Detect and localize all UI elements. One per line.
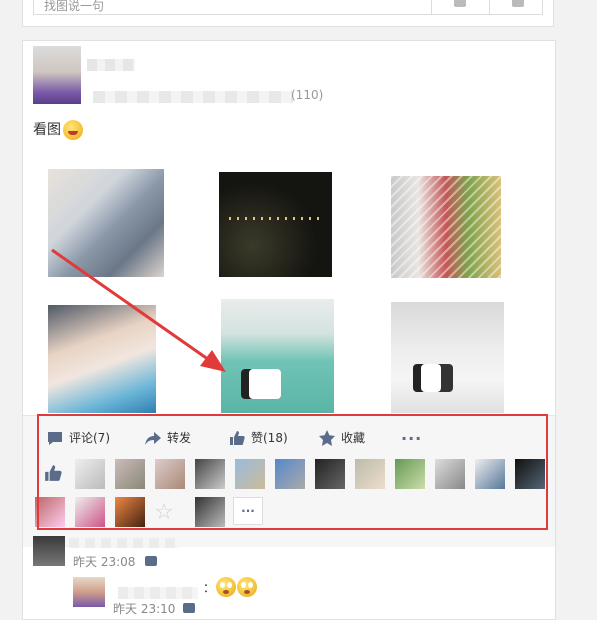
search-input[interactable]: 找图说一句 (33, 0, 543, 15)
thumbs-up-icon (230, 430, 245, 445)
comment-avatar[interactable] (33, 536, 65, 566)
post-body: 看图 (33, 119, 83, 140)
thumbs-up-icon (45, 465, 62, 481)
more-icon: ··· (401, 429, 423, 448)
repost-label: 转发 (167, 431, 192, 445)
liker-avatar[interactable] (75, 497, 105, 527)
divider (431, 0, 432, 15)
top-search-card: 找图说一句 (22, 0, 554, 27)
liker-avatar[interactable] (115, 497, 145, 527)
reply-icon[interactable] (145, 556, 157, 566)
photo-cow-bottle-white[interactable] (391, 302, 504, 413)
favorite-label: 收藏 (341, 431, 366, 445)
liker-avatar[interactable] (35, 497, 65, 527)
blurred-username (118, 587, 198, 599)
post-text: 看图 (33, 122, 61, 138)
comment-label: 评论(7) (69, 431, 110, 445)
liker-avatar[interactable] (155, 459, 185, 489)
reply-icon[interactable] (183, 603, 195, 613)
comment-time: 昨天 23:08 (73, 555, 136, 569)
comment-avatar[interactable] (73, 577, 105, 607)
liker-avatar[interactable] (475, 459, 505, 489)
avatar[interactable] (33, 46, 81, 104)
blurred-username (87, 59, 135, 71)
blurred-source (93, 91, 293, 103)
liker-avatar[interactable] (195, 497, 225, 527)
more-actions-button[interactable]: ··· (401, 429, 422, 448)
comment-text: ： (203, 580, 216, 595)
photo-night-city[interactable] (219, 172, 332, 277)
liker-avatar[interactable] (275, 459, 305, 489)
photo-girls-selfie[interactable] (48, 305, 156, 413)
liker-avatar[interactable] (355, 459, 385, 489)
blurred-comment (69, 538, 179, 548)
image-icon[interactable] (512, 0, 524, 7)
action-bar: 评论(7) 转发 赞(18) 收藏 ··· (23, 415, 555, 458)
likers-list: ☆ ··· (23, 457, 555, 547)
liker-avatar[interactable] (435, 459, 465, 489)
liker-avatar[interactable] (75, 459, 105, 489)
like-label: 赞(18) (251, 431, 288, 445)
post-card: (110) 看图 评论(7) 转发 赞(18) 收藏 ··· ☆ ··· 昨天 … (22, 40, 556, 620)
search-placeholder: 找图说一句 (44, 0, 105, 13)
more-icon: ··· (241, 504, 255, 518)
photo-cat[interactable] (48, 169, 164, 277)
comment-button[interactable]: 评论(7) (47, 429, 110, 446)
like-button[interactable]: 赞(18) (229, 429, 288, 446)
liker-avatar[interactable] (315, 459, 345, 489)
liker-avatar[interactable] (395, 459, 425, 489)
liker-avatar[interactable] (515, 459, 545, 489)
photo-cow-bottle-green[interactable] (221, 299, 334, 413)
liked-indicator (38, 458, 68, 488)
repost-button[interactable]: 转发 (145, 429, 191, 446)
post-meta: (110) (291, 88, 324, 102)
favorite-button[interactable]: 收藏 (319, 429, 365, 446)
laughing-emoji-icon (63, 120, 83, 140)
more-likers-button[interactable]: ··· (233, 497, 263, 525)
star-outline-icon: ☆ (154, 499, 174, 525)
comment-icon (48, 431, 62, 445)
divider (489, 0, 490, 15)
share-arrow-icon (145, 431, 161, 445)
camera-icon[interactable] (454, 0, 466, 7)
liker-avatar[interactable] (195, 459, 225, 489)
star-icon (319, 429, 335, 446)
comment-body: ： (203, 577, 258, 597)
surprised-emoji-icon (216, 577, 237, 597)
surprised-emoji-icon (237, 577, 258, 597)
liker-avatar[interactable] (235, 459, 265, 489)
photo-shopping-cart[interactable] (391, 176, 501, 278)
liker-avatar[interactable] (115, 459, 145, 489)
